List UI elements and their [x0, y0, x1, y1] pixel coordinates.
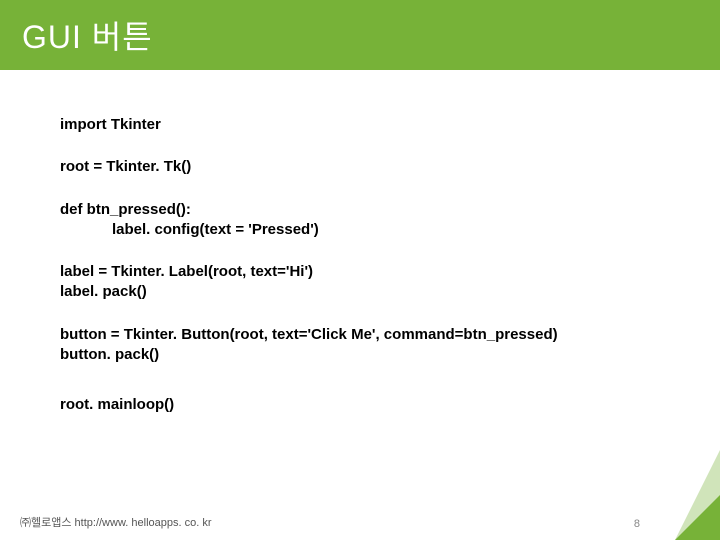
code-line: label. pack()	[60, 282, 660, 302]
code-line: root. mainloop()	[60, 395, 660, 415]
page-number: 8	[634, 518, 640, 530]
code-line: label. config(text = 'Pressed')	[60, 220, 660, 240]
code-line: root = Tkinter. Tk()	[60, 157, 660, 177]
slide-content: import Tkinter root = Tkinter. Tk() def …	[0, 70, 720, 415]
footer-text: ㈜헬로앱스 http://www. helloapps. co. kr	[20, 514, 212, 530]
slide-title: GUI 버튼	[22, 12, 153, 58]
code-line: def btn_pressed():	[60, 200, 660, 220]
code-line: button = Tkinter. Button(root, text='Cli…	[60, 325, 660, 345]
corner-accent	[675, 495, 720, 540]
code-line: import Tkinter	[60, 115, 660, 135]
code-line: button. pack()	[60, 345, 660, 365]
code-line: label = Tkinter. Label(root, text='Hi')	[60, 262, 660, 282]
slide-header: GUI 버튼	[0, 0, 720, 70]
